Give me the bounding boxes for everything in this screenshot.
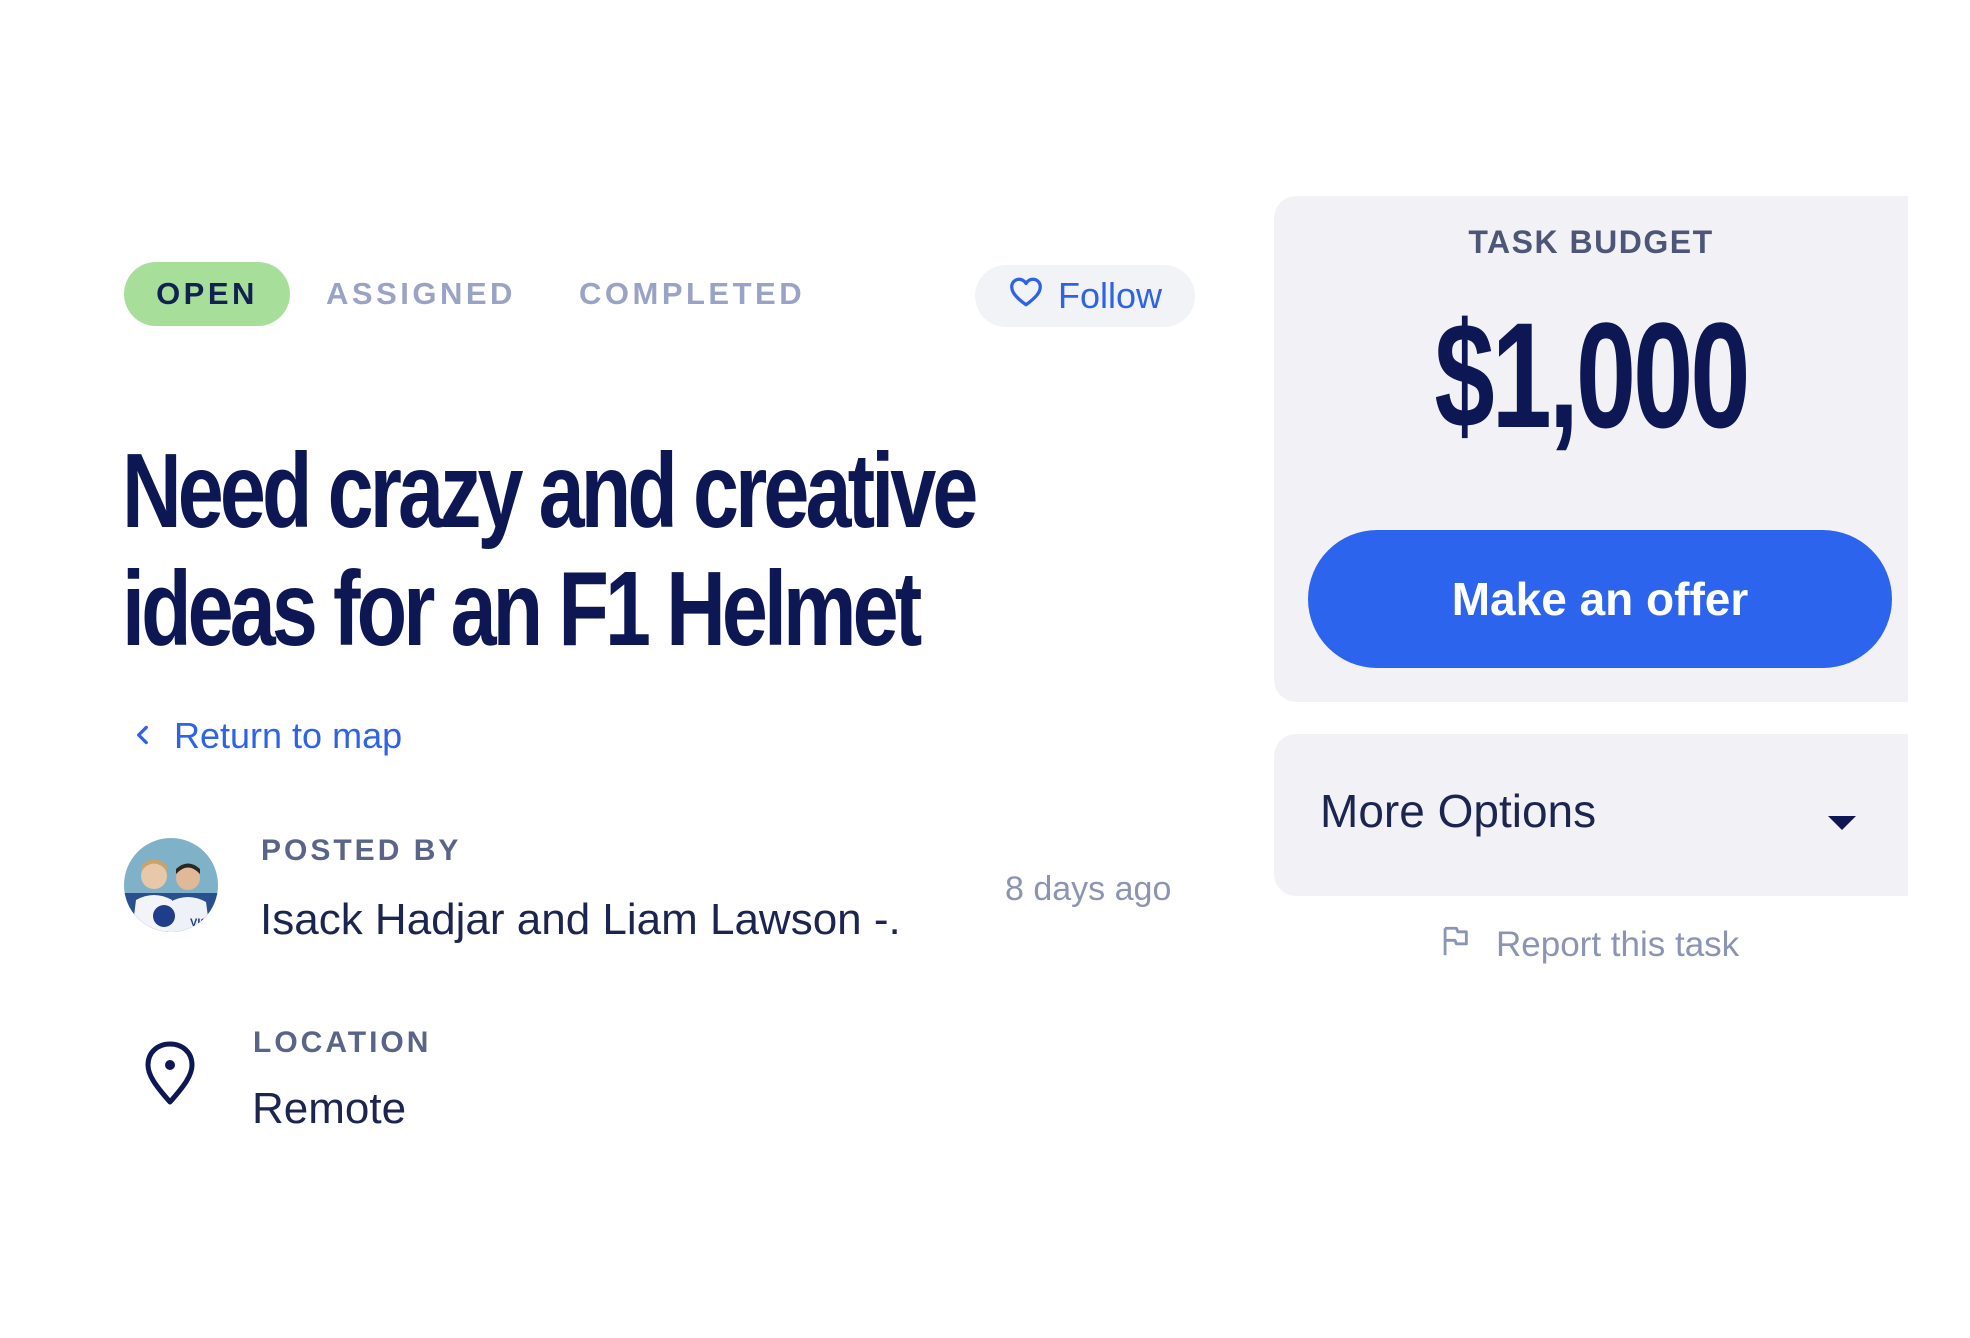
svg-text:VIS: VIS <box>190 917 208 929</box>
follow-label: Follow <box>1057 275 1163 316</box>
location-label: LOCATION <box>253 1026 432 1059</box>
follow-button[interactable]: Follow <box>975 265 1195 327</box>
return-to-map-link[interactable]: Return to map <box>130 712 402 760</box>
task-detail-page: OPEN ASSIGNED COMPLETED Follow Need craz… <box>0 0 1970 1338</box>
task-budget-label: TASK BUDGET <box>1468 224 1714 260</box>
task-title-line-2: ideas for an F1 Helmet <box>122 550 922 668</box>
task-budget-amount: $1,000 <box>1434 291 1750 459</box>
report-task-link[interactable]: Report this task <box>1438 920 1739 970</box>
return-to-map-label: Return to map <box>174 715 403 756</box>
more-options-dropdown[interactable]: More Options <box>1274 734 1908 896</box>
more-options-label: More Options <box>1320 785 1597 837</box>
posted-time: 8 days ago <box>1005 870 1172 908</box>
posted-by-label: POSTED BY <box>261 834 462 867</box>
location-value: Remote <box>252 1084 407 1133</box>
map-pin-icon <box>143 1040 197 1106</box>
flag-icon <box>1438 924 1472 967</box>
task-title-line-1: Need crazy and creative <box>122 432 978 550</box>
task-budget-card: TASK BUDGET $1,000 Make an offer <box>1274 196 1908 702</box>
report-task-label: Report this task <box>1496 925 1740 964</box>
status-open-badge: OPEN <box>124 262 290 326</box>
poster-name-link[interactable]: Isack Hadjar and Liam Lawson -. <box>260 895 901 945</box>
task-title: Need crazy and creative ideas for an F1 … <box>122 432 978 668</box>
make-an-offer-button[interactable]: Make an offer <box>1308 530 1892 668</box>
status-completed-label: COMPLETED <box>579 276 806 311</box>
heart-icon <box>1008 274 1044 319</box>
avatar[interactable]: VIS <box>124 838 218 932</box>
chevron-left-icon <box>130 715 156 757</box>
caret-down-icon <box>1826 814 1858 832</box>
status-assigned-label: ASSIGNED <box>326 276 516 311</box>
